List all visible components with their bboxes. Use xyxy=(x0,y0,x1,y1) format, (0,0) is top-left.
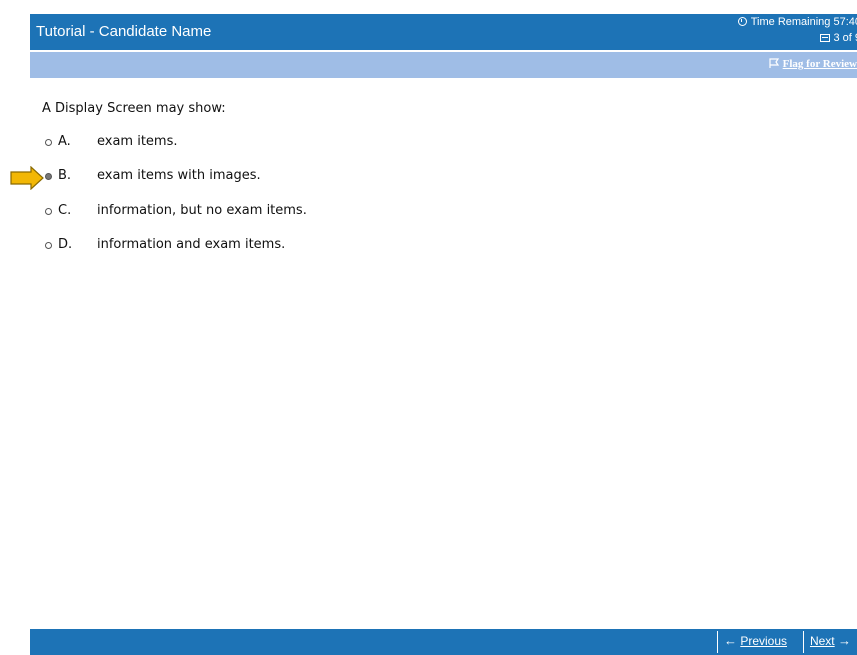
timer-text: Time Remaining 57:40 xyxy=(750,16,857,28)
question-stem: A Display Screen may show: xyxy=(42,101,226,116)
option-text: information, but no exam items. xyxy=(97,203,307,218)
header-status: Time Remaining 57:40 3 of 9 xyxy=(697,15,857,49)
pointer-arrow-icon xyxy=(10,166,44,190)
option-letter: A. xyxy=(58,134,71,149)
header-bar: Tutorial - Candidate Name Time Remaining… xyxy=(30,14,857,50)
answer-option-b[interactable]: B. exam items with images. xyxy=(45,168,465,188)
item-counter: 3 of 9 xyxy=(820,32,857,44)
flag-for-review-button[interactable]: Flag for Review xyxy=(768,58,857,70)
option-letter: B. xyxy=(58,168,72,183)
clock-icon xyxy=(737,17,747,26)
option-text: information and exam items. xyxy=(97,237,286,252)
option-text: exam items with images. xyxy=(97,168,261,183)
toolbar-bar: Flag for Review xyxy=(30,52,857,78)
footer-bar: ← Previous Next → xyxy=(30,629,857,655)
arrow-right-icon: → xyxy=(838,633,851,648)
timer: Time Remaining 57:40 xyxy=(737,16,857,28)
item-counter-text: 3 of 9 xyxy=(833,32,857,44)
option-letter: D. xyxy=(58,237,73,252)
next-button[interactable]: Next → xyxy=(802,631,857,653)
answer-option-d[interactable]: D. information and exam items. xyxy=(45,237,465,257)
answer-option-a[interactable]: A. exam items. xyxy=(45,134,465,154)
option-text: exam items. xyxy=(97,134,178,149)
previous-label: Previous xyxy=(740,634,787,648)
item-count-icon xyxy=(820,34,831,42)
radio-button-b[interactable] xyxy=(45,173,52,180)
exam-screen: Tutorial - Candidate Name Time Remaining… xyxy=(0,0,857,655)
radio-button-a[interactable] xyxy=(45,139,52,146)
arrow-left-icon: ← xyxy=(723,633,737,648)
flag-for-review-label: Flag for Review xyxy=(782,58,857,70)
option-letter: C. xyxy=(58,203,72,218)
radio-button-c[interactable] xyxy=(45,208,52,215)
answer-option-c[interactable]: C. information, but no exam items. xyxy=(45,203,465,223)
exam-title: Tutorial - Candidate Name xyxy=(36,23,212,40)
next-label: Next xyxy=(809,634,835,648)
flag-icon xyxy=(769,58,779,68)
radio-button-d[interactable] xyxy=(45,242,52,249)
previous-button[interactable]: ← Previous xyxy=(716,631,793,653)
